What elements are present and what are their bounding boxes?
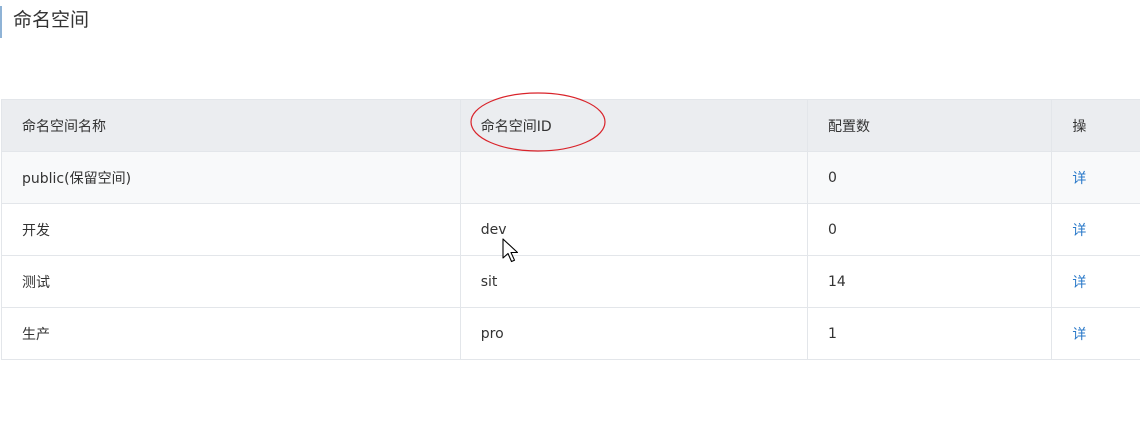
cell-operation: 详 — [1051, 255, 1140, 308]
detail-link[interactable]: 详 — [1072, 275, 1086, 291]
table-body: public(保留空间) 0 详 开发 dev 0 详 测试 sit 14 详 … — [1, 151, 1140, 360]
cell-namespace-id — [459, 151, 809, 204]
cell-namespace-name: 测试 — [1, 255, 461, 308]
detail-link[interactable]: 详 — [1072, 223, 1086, 239]
table-row: public(保留空间) 0 详 — [1, 151, 1140, 204]
table-row: 开发 dev 0 详 — [1, 203, 1140, 256]
cell-config-count: 0 — [806, 151, 1053, 204]
detail-link[interactable]: 详 — [1072, 327, 1086, 343]
header-config-count: 配置数 — [806, 99, 1053, 152]
cell-operation: 详 — [1051, 151, 1140, 204]
table-row: 测试 sit 14 详 — [1, 255, 1140, 308]
namespace-table-container: 命名空间名称 命名空间ID 配置数 操 public(保留空间) 0 详 开发 … — [1, 99, 1140, 360]
detail-link[interactable]: 详 — [1072, 171, 1086, 187]
cell-namespace-name: 生产 — [1, 307, 461, 360]
page-title-text: 命名空间 — [13, 9, 90, 31]
cell-config-count: 1 — [806, 307, 1053, 360]
namespace-table: 命名空间名称 命名空间ID 配置数 操 public(保留空间) 0 详 开发 … — [1, 99, 1140, 360]
cell-config-count: 0 — [806, 203, 1053, 256]
cell-namespace-name: public(保留空间) — [1, 151, 461, 204]
header-namespace-name: 命名空间名称 — [1, 99, 461, 152]
cell-operation: 详 — [1051, 307, 1140, 360]
cell-namespace-id: pro — [459, 307, 809, 360]
cell-namespace-name: 开发 — [1, 203, 461, 256]
header-row: 命名空间名称 命名空间ID 配置数 操 — [1, 99, 1140, 152]
cell-operation: 详 — [1051, 203, 1140, 256]
table-header: 命名空间名称 命名空间ID 配置数 操 — [1, 99, 1140, 152]
cell-config-count: 14 — [806, 255, 1053, 308]
page-title: 命名空间 — [0, 6, 89, 38]
table-row: 生产 pro 1 详 — [1, 307, 1140, 360]
header-operation: 操 — [1051, 99, 1140, 152]
header-namespace-id: 命名空间ID — [459, 99, 809, 152]
mouse-pointer-icon — [502, 238, 519, 263]
